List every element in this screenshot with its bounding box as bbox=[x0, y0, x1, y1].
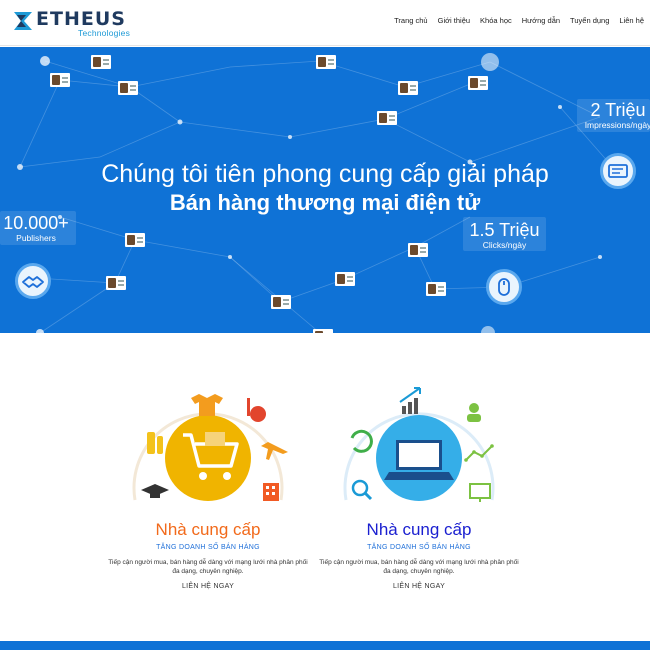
profile-card-icon bbox=[118, 81, 138, 95]
logo-mark-icon bbox=[14, 12, 32, 30]
stat-clicks-label: Clicks/ngày bbox=[482, 240, 527, 250]
stat-impressions-value: 2 Triệu bbox=[590, 100, 646, 120]
supplier-1-illustration bbox=[123, 380, 293, 520]
stat-impressions-label: Impressions/ngày bbox=[584, 120, 650, 130]
hero-subheadline: Bán hàng thương mại điện tử bbox=[169, 190, 481, 215]
logo-name: ETHEUS bbox=[36, 8, 126, 30]
hero-headline: Chúng tôi tiên phong cung cấp giải pháp bbox=[101, 160, 549, 188]
profile-card-icon bbox=[426, 282, 446, 296]
logo[interactable]: ETHEUS Technologies bbox=[12, 8, 142, 39]
stat-clicks: 1.5 Triệu Clicks/ngày bbox=[463, 220, 546, 250]
supplier-2-illustration bbox=[334, 380, 504, 520]
profile-card-icon bbox=[316, 55, 336, 69]
nav-item-home[interactable]: Trang chủ bbox=[394, 16, 428, 25]
profile-card-icon bbox=[125, 233, 145, 247]
nav-item-courses[interactable]: Khóa học bbox=[480, 16, 512, 25]
profile-card-icon bbox=[398, 81, 418, 95]
stat-publishers: 10.000+ Publishers bbox=[0, 213, 74, 243]
footer-band bbox=[0, 641, 650, 650]
profile-card-icon bbox=[408, 243, 428, 257]
site-header: ETHEUS Technologies Trang chủ Giới thiệu… bbox=[0, 0, 650, 46]
supplier-1-title: Nhà cung cấp bbox=[155, 520, 261, 539]
stat-publishers-value: 10.000+ bbox=[3, 213, 69, 233]
profile-card-icon bbox=[377, 111, 397, 125]
supplier-card-1: Nhà cung cấp TĂNG DOANH SỐ BÁN HÀNG Tiếp… bbox=[108, 380, 308, 590]
profile-card-icon bbox=[335, 272, 355, 286]
profile-card-icon bbox=[91, 55, 111, 69]
mouse-icon bbox=[486, 269, 522, 305]
supplier-2-subtitle: TĂNG DOANH SỐ BÁN HÀNG bbox=[367, 544, 471, 551]
stat-publishers-label: Publishers bbox=[16, 233, 56, 243]
tshirt-icon bbox=[191, 394, 223, 416]
hero-banner: 2 Triệu Impressions/ngày 10.000+ Publish… bbox=[0, 47, 650, 333]
supplier-card-2: Nhà cung cấp TĂNG DOANH SỐ BÁN HÀNG Tiếp… bbox=[319, 380, 519, 590]
supplier-2-title: Nhà cung cấp bbox=[366, 520, 472, 539]
profile-card-icon bbox=[106, 276, 126, 290]
stat-impressions: 2 Triệu Impressions/ngày bbox=[578, 100, 650, 130]
supplier-1-contact-link[interactable]: LIÊN HỆ NGAY bbox=[108, 583, 308, 590]
nav-item-guide[interactable]: Hướng dẫn bbox=[522, 16, 560, 25]
logo-tagline: Technologies bbox=[78, 28, 131, 38]
supplier-2-contact-link[interactable]: LIÊN HỆ NGAY bbox=[319, 583, 519, 590]
supplier-1-description: Tiếp cận người mua, bán hàng dễ dàng với… bbox=[108, 559, 308, 575]
main-nav: Trang chủ Giới thiệu Khóa học Hướng dẫn … bbox=[394, 16, 644, 25]
supplier-2-description: Tiếp cận người mua, bán hàng dễ dàng với… bbox=[319, 559, 519, 575]
nav-item-about[interactable]: Giới thiệu bbox=[438, 16, 470, 25]
stat-clicks-value: 1.5 Triệu bbox=[469, 220, 540, 240]
nav-item-contact[interactable]: Liên hệ bbox=[619, 16, 644, 25]
profile-card-icon bbox=[468, 76, 488, 90]
profile-card-icon bbox=[50, 73, 70, 87]
handshake-icon bbox=[15, 263, 51, 299]
profile-card-icon bbox=[313, 329, 333, 333]
profile-card-icon bbox=[271, 295, 291, 309]
supplier-1-subtitle: TĂNG DOANH SỐ BÁN HÀNG bbox=[156, 544, 260, 551]
page: ETHEUS Technologies Trang chủ Giới thiệu… bbox=[0, 0, 650, 650]
nav-item-careers[interactable]: Tuyển dụng bbox=[570, 16, 609, 25]
